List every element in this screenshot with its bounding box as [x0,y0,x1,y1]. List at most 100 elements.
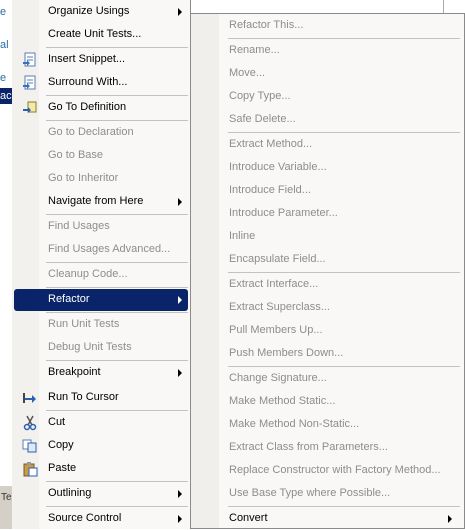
submenu-item-convert[interactable]: Convert [192,508,462,530]
submenu-arrow-icon [178,198,182,206]
submenu-item-introduce-field[interactable]: Introduce Field... [192,180,462,202]
editor-selected-text: ac [0,88,12,104]
menu-item-breakpoint[interactable]: Breakpoint [14,362,188,384]
submenu-item-refactor-this[interactable]: Refactor This... [192,15,462,37]
menu-item-insert-snippet[interactable]: Insert Snippet... [14,49,188,71]
submenu-item-rename[interactable]: Rename... [192,40,462,62]
menu-item-go-to-base[interactable]: Go to Base [14,145,188,167]
submenu-arrow-icon [448,515,452,523]
submenu-arrow-icon [178,490,182,498]
menu-separator [46,506,188,507]
submenu-item-label: Copy Type... [229,90,291,102]
menu-item-label: Breakpoint [48,366,101,378]
menu-item-label: Refactor [48,293,90,305]
menu-item-debug-unit-tests[interactable]: Debug Unit Tests [14,337,188,359]
menu-item-run-unit-tests[interactable]: Run Unit Tests [14,314,188,336]
menu-item-label: Source Control [48,512,122,524]
menu-separator [228,272,460,273]
submenu-item-introduce-variable[interactable]: Introduce Variable... [192,157,462,179]
menu-item-label: Surround With... [48,76,128,88]
menu-item-cleanup-code[interactable]: Cleanup Code... [14,264,188,286]
menu-item-label: Cut [48,416,66,428]
editor-context-menu: Organize Usings Create Unit Tests... Ins… [12,0,191,529]
submenu-item-replace-constructor[interactable]: Replace Constructor with Factory Method.… [192,460,462,482]
submenu-item-label: Move... [229,67,266,79]
menu-item-go-to-definition[interactable]: Go To Definition [14,97,188,119]
menu-item-create-unit-tests[interactable]: Create Unit Tests... [14,24,188,46]
menu-separator [46,262,188,263]
menu-item-label: Run Unit Tests [48,318,120,330]
goto-definition-icon [23,101,37,113]
menu-item-source-control[interactable]: Source Control [14,508,188,530]
submenu-item-encapsulate-field[interactable]: Encapsulate Field... [192,249,462,271]
menu-item-label: Cleanup Code... [48,268,128,280]
submenu-arrow-icon [178,369,182,377]
run-to-cursor-icon [23,393,36,403]
menu-separator [46,481,188,482]
menu-item-label: Insert Snippet... [48,53,126,65]
submenu-item-label: Push Members Down... [229,347,344,359]
menu-item-label: Organize Usings [48,5,130,17]
submenu-item-extract-method[interactable]: Extract Method... [192,134,462,156]
submenu-item-label: Change Signature... [229,372,327,384]
menu-item-label: Copy [48,439,74,451]
submenu-item-extract-interface[interactable]: Extract Interface... [192,274,462,296]
menu-item-outlining[interactable]: Outlining [14,483,188,505]
surround-icon [23,75,36,90]
submenu-item-change-signature[interactable]: Change Signature... [192,368,462,390]
menu-item-go-to-declaration[interactable]: Go to Declaration [14,122,188,144]
menu-item-label: Go to Declaration [48,126,134,138]
submenu-item-label: Extract Interface... [229,278,319,290]
submenu-item-extract-superclass[interactable]: Extract Superclass... [192,297,462,319]
submenu-item-pull-members-up[interactable]: Pull Members Up... [192,320,462,342]
menu-item-run-to-cursor[interactable]: Run To Cursor [14,387,188,409]
status-strip: Te [0,486,12,529]
menu-item-label: Go to Inheritor [48,172,119,184]
editor-text-fragment: al [0,39,9,51]
menu-item-copy[interactable]: Copy [14,435,188,457]
menu-item-surround-with[interactable]: Surround With... [14,72,188,94]
snippet-icon [23,52,36,67]
menu-item-label: Run To Cursor [48,391,119,403]
submenu-item-move[interactable]: Move... [192,63,462,85]
menu-item-label: Navigate from Here [48,195,144,207]
menu-separator [46,120,188,121]
submenu-item-introduce-parameter[interactable]: Introduce Parameter... [192,203,462,225]
submenu-item-safe-delete[interactable]: Safe Delete... [192,109,462,131]
menu-item-navigate-from-here[interactable]: Navigate from Here [14,191,188,213]
submenu-arrow-icon [178,515,182,523]
paste-icon [23,462,38,477]
submenu-item-make-method-static[interactable]: Make Method Static... [192,391,462,413]
menu-item-refactor[interactable]: Refactor [14,289,188,311]
menu-item-cut[interactable]: Cut [14,412,188,434]
menu-item-find-usages-advanced[interactable]: Find Usages Advanced... [14,239,188,261]
scissors-icon [23,415,37,431]
editor-text-fragment: e [0,72,7,84]
submenu-item-label: Use Base Type where Possible... [229,487,391,499]
menu-item-label: Debug Unit Tests [48,341,132,353]
submenu-item-push-members-down[interactable]: Push Members Down... [192,343,462,365]
submenu-item-inline[interactable]: Inline [192,226,462,248]
menu-item-label: Go To Definition [48,101,127,113]
submenu-item-label: Convert [229,512,268,524]
menu-item-label: Find Usages [48,220,110,232]
menu-item-go-to-inheritor[interactable]: Go to Inheritor [14,168,188,190]
menu-separator [46,47,188,48]
submenu-item-label: Introduce Parameter... [229,207,338,219]
submenu-item-label: Encapsulate Field... [229,253,326,265]
menu-item-paste[interactable]: Paste [14,458,188,480]
submenu-item-label: Extract Method... [229,138,313,150]
editor-text-fragment: e [0,6,7,18]
submenu-item-label: Extract Class from Parameters... [229,441,388,453]
submenu-item-use-base-type[interactable]: Use Base Type where Possible... [192,483,462,505]
menu-item-label: Paste [48,462,77,474]
submenu-item-copy-type[interactable]: Copy Type... [192,86,462,108]
menu-item-find-usages[interactable]: Find Usages [14,216,188,238]
submenu-item-extract-class-from-parameters[interactable]: Extract Class from Parameters... [192,437,462,459]
submenu-arrow-icon [178,8,182,16]
menu-separator [228,38,460,39]
submenu-item-make-method-non-static[interactable]: Make Method Non-Static... [192,414,462,436]
menu-separator [46,360,188,361]
menu-separator [46,287,188,288]
menu-item-organize-usings[interactable]: Organize Usings [14,1,188,23]
